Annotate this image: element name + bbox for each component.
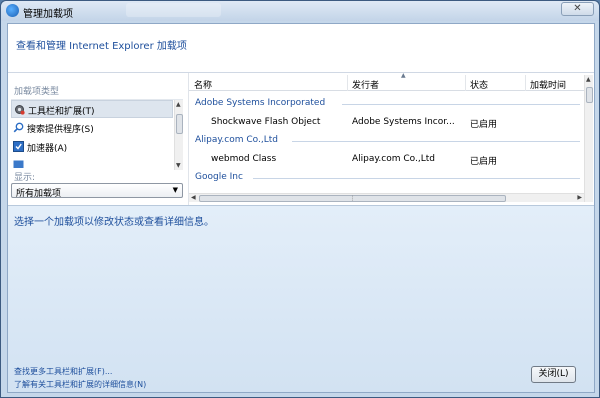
addon-type-list: 工具栏和扩展(T) 搜索提供程序(S) 加速器(A) ▲ ▼ [11, 99, 183, 170]
close-button[interactable]: 关闭(L) [531, 366, 576, 383]
addon-status: 已启用 [470, 157, 498, 167]
type-item-accelerators[interactable]: 加速器(A) [11, 138, 173, 156]
group-header-adobe: Adobe Systems Incorporated [195, 98, 326, 108]
search-icon [13, 122, 24, 133]
scroll-down-icon[interactable]: ▼ [176, 162, 181, 169]
column-divider[interactable] [465, 75, 466, 91]
gear-icon [14, 104, 25, 115]
addon-name: webmod Class [211, 154, 277, 164]
show-filter-select[interactable]: 所有加载项 ▼ [11, 183, 183, 199]
show-filter-value: 所有加载项 [16, 189, 62, 199]
addon-status: 已启用 [470, 120, 498, 130]
column-divider[interactable] [347, 75, 348, 91]
scroll-thumb[interactable] [176, 114, 183, 134]
type-item-label: 工具栏和扩展(T) [28, 107, 95, 117]
title-bar[interactable]: 管理加载项 ✕ [1, 1, 599, 21]
table-header: 名称 发行者 ▲ 状态 加载时间 [189, 72, 584, 91]
group-divider [253, 178, 580, 179]
addon-icon [13, 160, 24, 168]
scroll-right-icon[interactable]: ▶ [577, 194, 582, 201]
column-header-publisher[interactable]: 发行者 [352, 78, 379, 91]
table-vertical-scrollbar[interactable]: ▲ [584, 75, 593, 202]
window-title: 管理加载项 [23, 9, 73, 20]
details-message: 选择一个加载项以修改状态或查看详细信息。 [14, 217, 214, 228]
accelerator-icon [13, 141, 24, 152]
background-tab [126, 3, 221, 17]
scroll-left-icon[interactable]: ◀ [191, 194, 196, 201]
find-more-toolbars-link[interactable]: 查找更多工具栏和扩展(F)... [14, 366, 112, 377]
column-divider[interactable] [525, 75, 526, 91]
group-header-google: Google Inc [195, 172, 243, 182]
sort-ascending-icon: ▲ [401, 72, 406, 79]
addon-table: 名称 发行者 ▲ 状态 加载时间 Adobe Systems Incorpora… [188, 72, 593, 205]
dialog-body: 查看和管理 Internet Explorer 加载项 加载项类型 工具栏和扩展… [7, 23, 595, 393]
addon-publisher: Alipay.com Co.,Ltd [352, 154, 435, 164]
scroll-up-icon[interactable]: ▲ [176, 101, 181, 108]
table-row[interactable]: webmod Class Alipay.com Co.,Ltd 已启用 [189, 151, 584, 167]
chevron-down-icon: ▼ [172, 186, 178, 194]
scroll-thumb[interactable]: ⋮ [199, 195, 506, 202]
table-row[interactable]: Shockwave Flash Object Adobe Systems Inc… [189, 114, 584, 130]
addon-name: Shockwave Flash Object [211, 117, 321, 127]
addon-type-pane: 加载项类型 工具栏和扩展(T) 搜索提供程序(S) 加速器(A) ▲ ▼ 显示:… [8, 73, 188, 205]
type-item-search-providers[interactable]: 搜索提供程序(S) [11, 119, 173, 137]
type-item-label: 加速器(A) [27, 144, 68, 154]
type-item-toolbars[interactable]: 工具栏和扩展(T) [11, 100, 173, 118]
column-header-load-time[interactable]: 加载时间 [530, 78, 566, 91]
learn-more-link[interactable]: 了解有关工具栏和扩展的详细信息(N) [14, 379, 146, 390]
addon-publisher: Adobe Systems Incor... [352, 117, 455, 127]
show-label: 显示: [14, 173, 36, 183]
type-item-label: 搜索提供程序(S) [27, 125, 94, 135]
group-divider [342, 104, 580, 105]
ie-icon [6, 4, 19, 17]
column-header-status[interactable]: 状态 [470, 78, 488, 91]
details-pane: 选择一个加载项以修改状态或查看详细信息。 查找更多工具栏和扩展(F)... 了解… [8, 205, 594, 392]
column-header-name[interactable]: 名称 [194, 78, 212, 91]
type-list-scrollbar[interactable]: ▲ ▼ [174, 100, 183, 170]
manage-addons-window: 管理加载项 ✕ 查看和管理 Internet Explorer 加载项 加载项类… [0, 0, 600, 398]
header-title: 查看和管理 Internet Explorer 加载项 [16, 41, 187, 52]
group-header-alipay: Alipay.com Co.,Ltd [195, 135, 278, 145]
addon-type-label: 加载项类型 [14, 87, 60, 97]
type-item-partial[interactable] [11, 157, 173, 168]
table-horizontal-scrollbar[interactable]: ◀ ⋮ ▶ [189, 193, 584, 202]
scroll-thumb[interactable] [586, 87, 593, 103]
window-close-button[interactable]: ✕ [561, 2, 594, 16]
dialog-header: 查看和管理 Internet Explorer 加载项 [8, 24, 594, 72]
scroll-up-icon[interactable]: ▲ [586, 76, 591, 83]
group-divider [292, 141, 580, 142]
